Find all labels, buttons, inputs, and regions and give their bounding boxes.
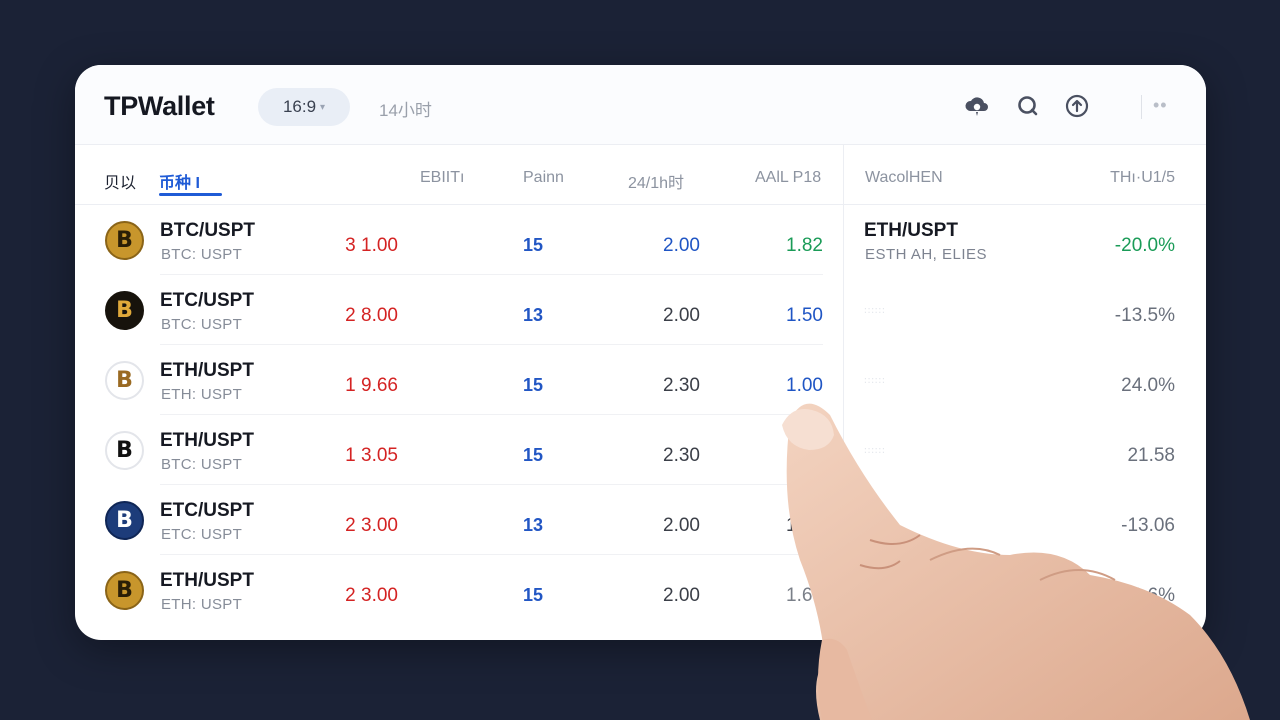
top-bar: TPWallet 16:9 ▾ 14小时 •• bbox=[75, 65, 1206, 145]
change-24h-value: 2.30 bbox=[663, 445, 700, 466]
coin-icon: B bbox=[105, 361, 144, 400]
wallet-card: TPWallet 16:9 ▾ 14小时 •• 贝以 币种 I EBIITı P… bbox=[75, 65, 1206, 640]
side-change-value: 39.6% bbox=[1121, 585, 1175, 606]
pairs-value: 15 bbox=[523, 235, 544, 255]
side-list-item[interactable]: -13.06 bbox=[844, 485, 1206, 555]
table-row[interactable]: B ETH/USPT BTC: USPT 1 3.05 15 2.30 bbox=[75, 415, 843, 485]
timeframe-label[interactable]: 14小时 bbox=[379, 96, 432, 121]
table-row[interactable]: B BTC/USPT BTC: USPT 3 1.00 15 2.00 1.82 bbox=[75, 205, 843, 275]
side-placeholder-text: ∶∶∶∶∶∶ bbox=[864, 376, 886, 387]
side-placeholder-text: ∶∶∶∶∶∶ bbox=[864, 446, 886, 457]
pair-name: ETH/USPT bbox=[160, 360, 254, 381]
pair-name: ETC/USPT bbox=[160, 500, 254, 521]
side-col-header-name[interactable]: WacolHEN bbox=[865, 169, 943, 187]
more-icon[interactable]: •• bbox=[1153, 95, 1168, 116]
pair-subtitle: BTC: USPT bbox=[161, 456, 243, 473]
app-title: TPWallet bbox=[104, 91, 215, 121]
pair-subtitle: BTC: USPT bbox=[161, 316, 243, 333]
col-header-avg[interactable]: AAlL P18 bbox=[755, 169, 821, 187]
pair-name: BTC/USPT bbox=[160, 220, 255, 241]
change-24h-value: 2.00 bbox=[663, 585, 700, 606]
pairs-value: 13 bbox=[523, 515, 544, 535]
col-header-price[interactable]: EBIITı bbox=[420, 169, 464, 187]
toolbar-divider bbox=[1141, 95, 1142, 119]
col-header-pairs[interactable]: Painn bbox=[523, 169, 564, 187]
pair-name: ETH/USPT bbox=[160, 570, 254, 591]
search-icon[interactable] bbox=[1014, 92, 1042, 120]
pair-subtitle: ETH: USPT bbox=[161, 596, 243, 613]
tab-favorites[interactable]: 贝以 bbox=[104, 169, 136, 193]
coin-icon: B bbox=[105, 221, 144, 260]
avg-value: 1.50 bbox=[786, 305, 823, 326]
price-value: 1 9.66 bbox=[345, 375, 398, 396]
avg-value: 1.00 bbox=[786, 375, 823, 396]
table-row[interactable]: B ETH/USPT ETH: USPT 2 3.00 15 2.00 1.65 bbox=[75, 555, 843, 625]
side-change-value: -13.5% bbox=[1114, 305, 1175, 326]
avg-value: 1.60 bbox=[786, 515, 823, 536]
pairs-value: 15 bbox=[523, 375, 544, 395]
coin-icon: B bbox=[105, 291, 144, 330]
coin-icon: B bbox=[105, 501, 144, 540]
ratio-label: 16:9 bbox=[282, 97, 317, 116]
side-change-value: 24.0% bbox=[1121, 375, 1175, 396]
coin-icon: B bbox=[105, 431, 144, 470]
pairs-value: 15 bbox=[523, 585, 544, 605]
side-change-value: -20.0% bbox=[1114, 235, 1175, 256]
chevron-down-icon: ▾ bbox=[320, 101, 326, 113]
table-header: 贝以 币种 I EBIITı Painn 24/1h时 AAlL P18 Wac… bbox=[75, 145, 1206, 205]
side-list-item[interactable]: ∶∶∶∶∶∶ 21.58 bbox=[844, 415, 1206, 485]
side-pair-subtitle: ESTH AH, ELIES bbox=[865, 246, 988, 263]
price-value: 2 8.00 bbox=[345, 305, 398, 326]
table-row[interactable]: B ETC/USPT ETC: USPT 2 3.00 13 2.00 1.60 bbox=[75, 485, 843, 555]
pairs-value: 15 bbox=[523, 445, 544, 465]
pair-subtitle: ETH: USPT bbox=[161, 386, 243, 403]
pair-subtitle: BTC: USPT bbox=[161, 246, 243, 263]
side-list-item[interactable]: ∶∶∶∶∶∶ -13.5% bbox=[844, 275, 1206, 345]
price-value: 2 3.00 bbox=[345, 515, 398, 536]
change-24h-value: 2.00 bbox=[663, 235, 700, 256]
ratio-selector[interactable]: 16:9 ▾ bbox=[258, 88, 350, 126]
pairs-value: 13 bbox=[523, 305, 544, 325]
side-col-header-change[interactable]: THı·U1/5 bbox=[1110, 169, 1175, 187]
table-row[interactable]: B ETH/USPT ETH: USPT 1 9.66 15 2.30 1.00 bbox=[75, 345, 843, 415]
cloud-icon[interactable] bbox=[963, 92, 991, 120]
side-change-value: -13.06 bbox=[1121, 515, 1175, 536]
side-change-value: 21.58 bbox=[1127, 445, 1175, 466]
side-placeholder-text: ∶∶∶∶∶∶ bbox=[864, 306, 886, 317]
coin-icon: B bbox=[105, 571, 144, 610]
active-tab-indicator bbox=[159, 193, 222, 196]
table-row[interactable]: B ETC/USPT BTC: USPT 2 8.00 13 2.00 1.50 bbox=[75, 275, 843, 345]
upload-icon[interactable] bbox=[1063, 92, 1091, 120]
price-value: 2 3.00 bbox=[345, 585, 398, 606]
side-pair-name: ETH/USPT bbox=[864, 220, 958, 241]
side-list-item[interactable]: ETH/USPT ESTH AH, ELIES -20.0% bbox=[844, 205, 1206, 275]
avg-value: 1.82 bbox=[786, 235, 823, 256]
avg-value: 1.65 bbox=[786, 585, 823, 606]
col-header-24h[interactable]: 24/1h时 bbox=[628, 169, 684, 193]
pair-name: ETC/USPT bbox=[160, 290, 254, 311]
change-24h-value: 2.00 bbox=[663, 305, 700, 326]
change-24h-value: 2.00 bbox=[663, 515, 700, 536]
tab-coins[interactable]: 币种 I bbox=[159, 169, 200, 193]
side-list-item[interactable]: ∶∶∶∶∶∶ 24.0% bbox=[844, 345, 1206, 415]
price-value: 1 3.05 bbox=[345, 445, 398, 466]
change-24h-value: 2.30 bbox=[663, 375, 700, 396]
side-list-item[interactable]: 39.6% bbox=[844, 555, 1206, 625]
pair-name: ETH/USPT bbox=[160, 430, 254, 451]
pair-subtitle: ETC: USPT bbox=[161, 526, 243, 543]
price-value: 3 1.00 bbox=[345, 235, 398, 256]
